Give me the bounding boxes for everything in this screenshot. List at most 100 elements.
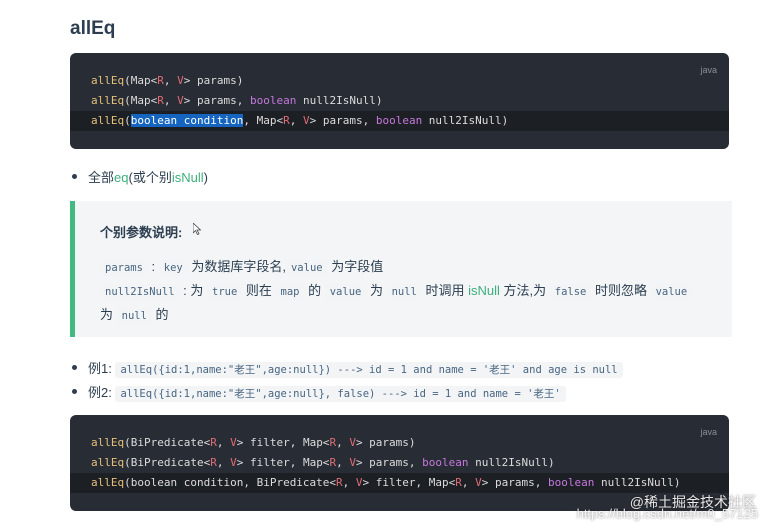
code-text: , xyxy=(336,456,350,469)
tip-line: 为 null 的 xyxy=(100,304,169,324)
text: 方法,为 xyxy=(499,283,550,298)
inline-code: key xyxy=(158,260,188,276)
code-text: , Map< xyxy=(243,114,284,127)
code-type: V xyxy=(177,94,184,107)
code-type: V xyxy=(475,476,482,489)
code-type: V xyxy=(349,436,356,449)
code-type: R xyxy=(455,476,462,489)
code-text: , xyxy=(163,94,178,107)
code-text: , xyxy=(163,74,178,87)
code-type: R xyxy=(283,114,290,127)
inline-code: true xyxy=(207,284,243,300)
code-lang-label: java xyxy=(700,65,717,75)
inline-code: null xyxy=(386,284,422,300)
inline-code: params xyxy=(100,260,148,276)
list-item: 全部eq(或个别isNull) xyxy=(72,167,208,186)
inline-code: map xyxy=(275,284,305,300)
text: : xyxy=(147,259,159,274)
code-text: > params, xyxy=(309,114,376,127)
code-text: , xyxy=(216,436,231,449)
inline-code: allEq({id:1,name:"老王",age:null}) ---> id… xyxy=(115,362,623,378)
watermark-url: https://blog.csdn.net/m0_57125 xyxy=(576,506,758,521)
example-label: 例1: xyxy=(88,361,116,376)
highlight-text: eq xyxy=(114,170,129,185)
code-type: R xyxy=(210,436,217,449)
inline-code: null xyxy=(116,308,152,324)
code-type: V xyxy=(230,436,237,449)
code-text: (boolean condition, BiPredicate< xyxy=(124,476,337,489)
code-text: (BiPredicate< xyxy=(124,436,211,449)
code-line: allEq(BiPredicate<R, V> filter, Map<R, V… xyxy=(70,453,729,473)
code-text: > filter, Map< xyxy=(236,456,330,469)
code-text: null2IsNull) xyxy=(296,94,383,107)
code-text: (BiPredicate< xyxy=(124,456,211,469)
code-text: > filter, Map< xyxy=(362,476,456,489)
text: (或个别 xyxy=(128,170,172,185)
code-type: R xyxy=(336,476,343,489)
inline-code: value xyxy=(285,260,328,276)
code-text-selection[interactable]: boolean condition xyxy=(130,114,244,127)
code-type: V xyxy=(302,114,310,127)
code-line: allEq(Map<R, V> params, boolean null2IsN… xyxy=(70,91,729,111)
inline-code: value xyxy=(650,284,693,300)
highlight-text: isNull xyxy=(468,283,500,298)
code-text: > filter, Map< xyxy=(236,436,330,449)
code-text: > params, xyxy=(481,476,548,489)
code-type: V xyxy=(177,74,184,87)
code-type: V xyxy=(355,476,363,489)
code-text: null2IsNull) xyxy=(468,456,555,469)
code-text: , xyxy=(342,476,356,489)
code-line: allEq(Map<R, V> params) xyxy=(70,71,729,91)
list-item-example-1: 例1: allEq({id:1,name:"老王",age:null}) ---… xyxy=(72,358,623,378)
text: 则在 xyxy=(242,283,276,298)
code-keyword: boolean xyxy=(249,94,297,107)
text: ) xyxy=(203,170,208,185)
text: 的 xyxy=(304,283,325,298)
text: 为数据库字段名, xyxy=(187,259,286,274)
code-text: > params) xyxy=(355,436,416,449)
text: 为字段值 xyxy=(327,259,384,274)
highlight-text: isNull xyxy=(171,170,204,185)
text: 时则忽略 xyxy=(591,283,651,298)
code-line-highlighted: allEq(boolean condition, Map<R, V> param… xyxy=(70,111,729,131)
code-type: R xyxy=(210,456,217,469)
code-text: , xyxy=(336,436,350,449)
code-line-highlighted: allEq(boolean condition, BiPredicate<R, … xyxy=(70,473,729,493)
inline-code: allEq({id:1,name:"老王",age:null}, false) … xyxy=(115,386,566,402)
code-text: , xyxy=(289,114,303,127)
code-text: > params, xyxy=(355,456,423,469)
text: 时调用 xyxy=(421,283,469,298)
code-fn: allEq xyxy=(91,436,125,449)
list-item-example-2: 例2: allEq({id:1,name:"老王",age:null}, fal… xyxy=(72,382,566,402)
code-fn: allEq xyxy=(91,456,125,469)
code-line: allEq(BiPredicate<R, V> filter, Map<R, V… xyxy=(70,433,729,453)
inline-code: null2IsNull xyxy=(100,284,180,300)
inline-code: false xyxy=(549,284,592,300)
code-text: null2IsNull) xyxy=(594,476,681,489)
code-block-1: java allEq(Map<R, V> params) allEq(Map<R… xyxy=(70,53,729,149)
code-keyword: boolean xyxy=(375,114,423,127)
code-text: (Map< xyxy=(124,74,158,87)
page-title: allEq xyxy=(70,18,116,39)
example-label: 例2: xyxy=(88,385,116,400)
text: 为 xyxy=(366,283,387,298)
text: 为 xyxy=(100,307,117,322)
inline-code: value xyxy=(324,284,367,300)
code-text: > params, xyxy=(183,94,250,107)
text: 全部 xyxy=(88,170,115,185)
mouse-cursor-icon xyxy=(192,222,202,238)
text: : 为 xyxy=(179,283,207,298)
code-text: , xyxy=(461,476,476,489)
code-keyword: boolean xyxy=(548,476,595,489)
tip-line: null2IsNull : 为 true 则在 map 的 value 为 nu… xyxy=(100,280,693,300)
code-text: (Map< xyxy=(124,94,158,107)
code-fn: allEq xyxy=(91,114,125,127)
tip-box: 个别参数说明: params : key 为数据库字段名, value 为字段值 … xyxy=(70,201,732,337)
code-type: V xyxy=(230,456,237,469)
code-fn: allEq xyxy=(91,476,125,489)
code-type: R xyxy=(157,94,164,107)
code-keyword: boolean xyxy=(422,456,469,469)
code-type: V xyxy=(349,456,356,469)
tip-line: params : key 为数据库字段名, value 为字段值 xyxy=(100,256,384,276)
code-text: null2IsNull) xyxy=(422,114,509,127)
